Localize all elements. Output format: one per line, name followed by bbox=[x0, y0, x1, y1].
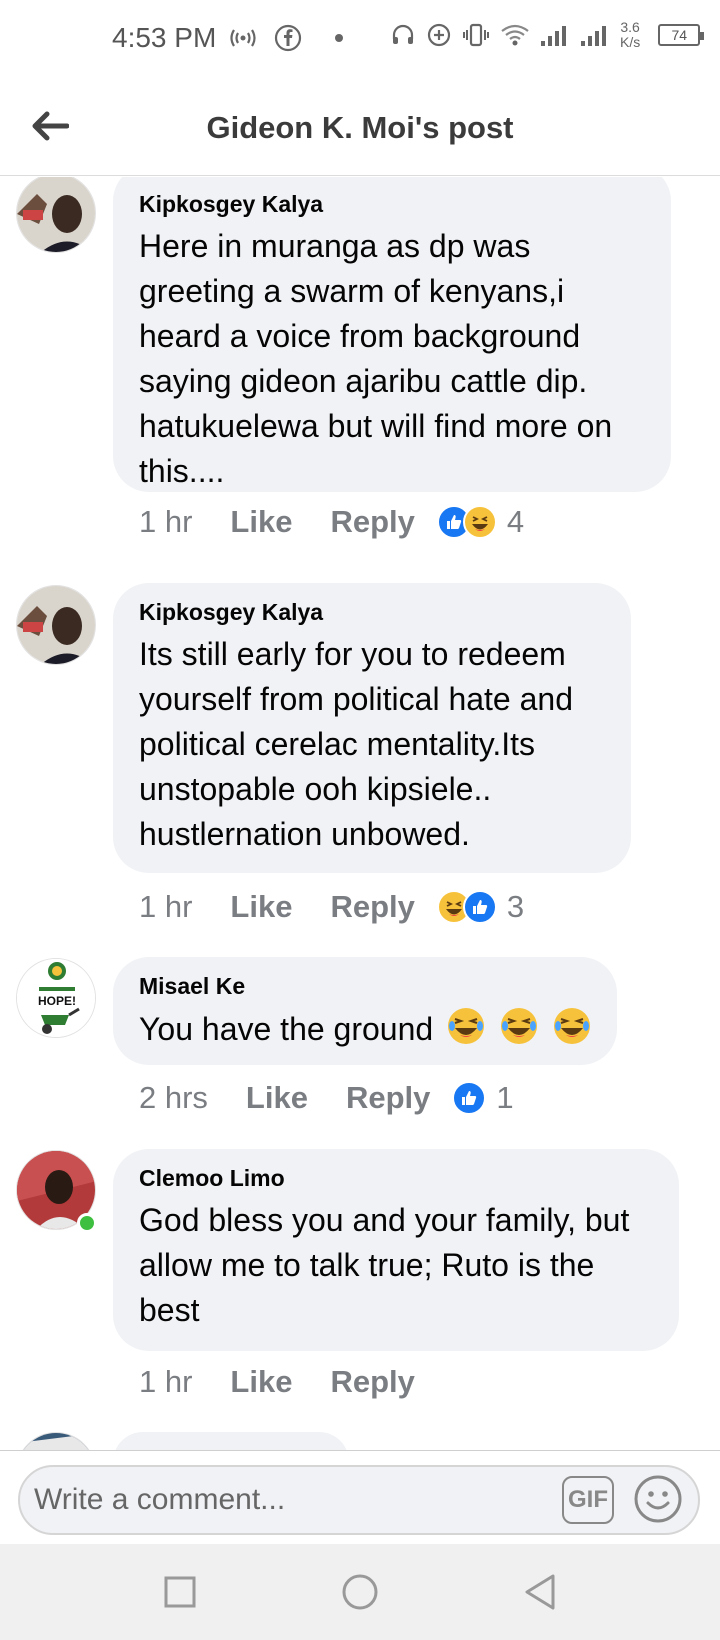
comment-composer: GIF bbox=[0, 1450, 720, 1544]
comment-author[interactable]: Kipkosgey Kalya bbox=[139, 599, 605, 626]
laughing-emoji-icon bbox=[500, 1008, 537, 1044]
avatar[interactable] bbox=[16, 1432, 96, 1450]
like-reaction-icon bbox=[462, 890, 497, 924]
signal-icon bbox=[541, 26, 566, 46]
network-speed: 3.6 K/s bbox=[620, 19, 641, 50]
comment-author[interactable]: Clemoo Limo bbox=[139, 1165, 653, 1192]
comment-text: Its still early for you to redeem yourse… bbox=[139, 636, 573, 852]
reply-button[interactable]: Reply bbox=[330, 889, 414, 925]
avatar[interactable] bbox=[16, 585, 96, 665]
comment-bubble[interactable]: Kipkosgey Kalya Here in muranga as dp wa… bbox=[113, 177, 671, 492]
triangle-back-icon bbox=[525, 1574, 555, 1610]
avatar[interactable]: HOPE! bbox=[16, 958, 96, 1038]
post-header: Gideon K. Moi's post bbox=[0, 82, 720, 176]
comment-bubble[interactable]: Kipkosgey Kalya Its still early for you … bbox=[113, 583, 631, 873]
comment-text: God bless you and your family, but allow… bbox=[139, 1202, 630, 1328]
circle-icon bbox=[342, 1574, 378, 1610]
status-time: 4:53 PM bbox=[112, 22, 217, 53]
like-button[interactable]: Like bbox=[230, 504, 292, 540]
vibrate-icon bbox=[463, 23, 489, 47]
like-button[interactable]: Like bbox=[230, 889, 292, 925]
reactions-summary[interactable]: 1 bbox=[452, 1080, 514, 1116]
like-button[interactable]: Like bbox=[246, 1080, 308, 1116]
reaction-count: 4 bbox=[506, 504, 525, 539]
comment-time[interactable]: 1 hr bbox=[139, 504, 192, 540]
dot-icon bbox=[335, 34, 343, 42]
avatar[interactable] bbox=[16, 177, 96, 253]
comment-time[interactable]: 1 hr bbox=[139, 1364, 192, 1400]
comment-bubble[interactable] bbox=[113, 1432, 349, 1450]
like-reaction-icon bbox=[452, 1081, 487, 1115]
like-button[interactable]: Like bbox=[230, 1364, 292, 1400]
online-status-indicator bbox=[77, 1213, 97, 1233]
comment-bubble[interactable]: Misael Ke You have the ground bbox=[113, 957, 617, 1065]
facebook-notification-icon bbox=[274, 24, 302, 52]
back-nav-button[interactable] bbox=[518, 1570, 562, 1614]
laughing-emoji-icon bbox=[448, 1008, 485, 1044]
reaction-count: 3 bbox=[506, 889, 525, 924]
laughing-emoji-icon bbox=[553, 1008, 590, 1044]
status-bar: 4:53 PM 3.6 K/s 74 bbox=[0, 0, 720, 82]
comment-actions: 2 hrs Like Reply 1 bbox=[139, 1080, 514, 1116]
reactions-summary[interactable]: 3 bbox=[436, 889, 525, 925]
comment-actions: 1 hr Like Reply 4 bbox=[139, 504, 524, 540]
avatar-logo-text: HOPE! bbox=[38, 994, 76, 1008]
battery-indicator: 74 bbox=[658, 24, 705, 46]
reply-button[interactable]: Reply bbox=[330, 1364, 414, 1400]
square-icon bbox=[164, 1576, 196, 1608]
comment-input-container[interactable]: GIF bbox=[18, 1465, 700, 1535]
data-saver-icon bbox=[427, 23, 451, 47]
comment-actions: 1 hr Like Reply bbox=[139, 1364, 437, 1400]
reactions-summary[interactable]: 4 bbox=[436, 504, 525, 540]
home-button[interactable] bbox=[338, 1570, 382, 1614]
signal-icon-2 bbox=[581, 26, 606, 46]
reply-button[interactable]: Reply bbox=[346, 1080, 430, 1116]
comment-author[interactable]: Kipkosgey Kalya bbox=[139, 191, 645, 218]
comment-text: You have the ground bbox=[139, 1006, 591, 1052]
comment-time[interactable]: 1 hr bbox=[139, 889, 192, 925]
system-nav-bar bbox=[0, 1544, 720, 1640]
reply-button[interactable]: Reply bbox=[330, 504, 414, 540]
haha-reaction-icon bbox=[462, 505, 497, 539]
page-title: Gideon K. Moi's post bbox=[206, 110, 514, 145]
recents-button[interactable] bbox=[158, 1570, 202, 1614]
comment-actions: 1 hr Like Reply 3 bbox=[139, 889, 524, 925]
reaction-count: 1 bbox=[496, 1080, 514, 1115]
wifi-icon bbox=[501, 24, 529, 46]
comment-time[interactable]: 2 hrs bbox=[139, 1080, 208, 1116]
gif-button[interactable]: GIF bbox=[562, 1476, 614, 1524]
headset-icon bbox=[392, 24, 414, 44]
comment-author[interactable]: Misael Ke bbox=[139, 973, 591, 1000]
smiley-icon[interactable] bbox=[632, 1473, 684, 1525]
comment-text: Here in muranga as dp was greeting a swa… bbox=[139, 228, 613, 489]
comment-input[interactable] bbox=[34, 1477, 554, 1523]
comments-list[interactable]: Kipkosgey Kalya Here in muranga as dp wa… bbox=[0, 177, 720, 1450]
comment-bubble[interactable]: Clemoo Limo God bless you and your famil… bbox=[113, 1149, 679, 1351]
hotspot-icon bbox=[230, 29, 256, 47]
